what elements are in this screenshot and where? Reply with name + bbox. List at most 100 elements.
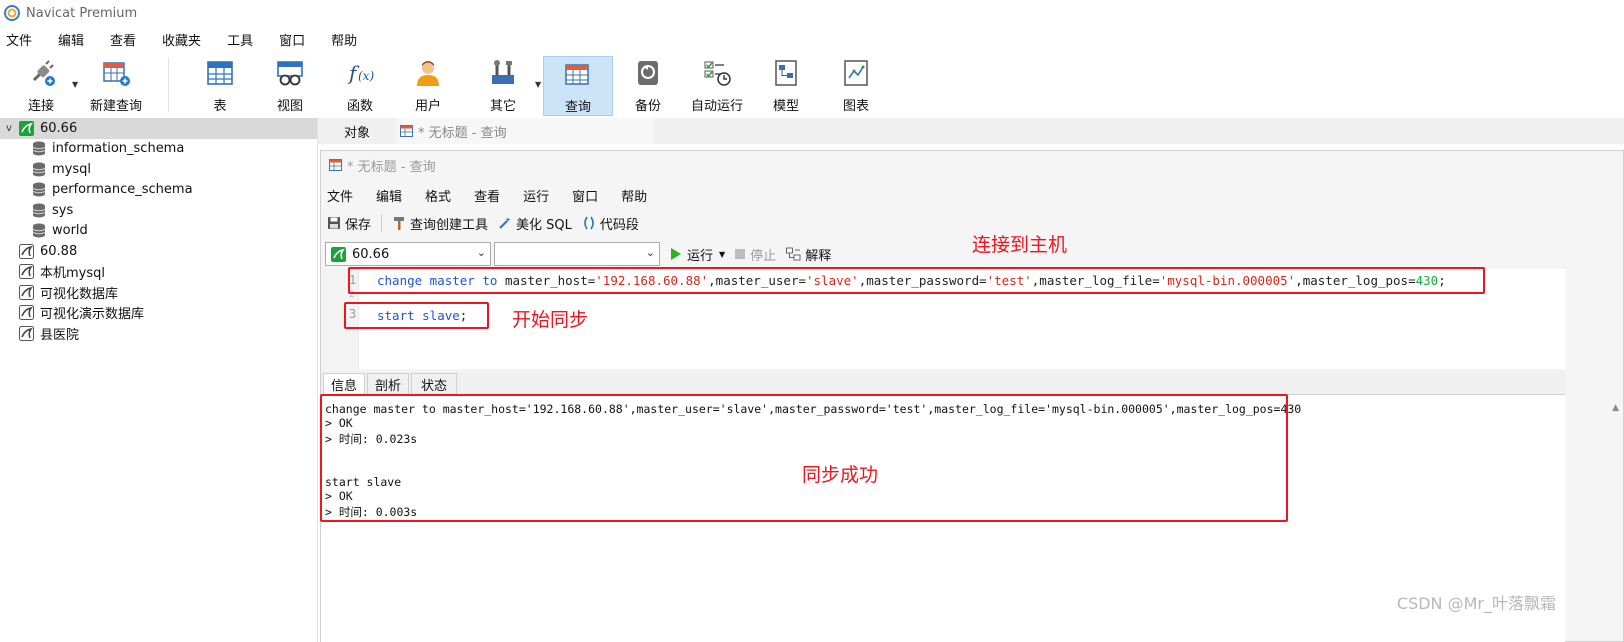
backup-button[interactable]: 备份 (626, 56, 670, 116)
tree-item-label: 县医院 (40, 327, 80, 343)
window-title: Navicat Premium (26, 5, 138, 21)
tab-info[interactable]: 信息 (323, 373, 365, 395)
save-icon (328, 217, 340, 229)
tree-item-db-sys[interactable]: sys (0, 200, 317, 221)
run-dropdown-icon[interactable]: ▼ (719, 250, 725, 259)
explain-label: 解释 (805, 248, 832, 264)
sql-keyword: start slave (377, 308, 460, 323)
sql-editor[interactable]: 1 2 3 change master to master_host='192.… (321, 269, 1565, 369)
connection-icon (19, 264, 34, 280)
qmenu-help[interactable]: 帮助 (621, 186, 647, 205)
qmenu-window[interactable]: 窗口 (572, 186, 598, 205)
chevron-down-icon: ⌄ (476, 246, 486, 259)
tab-untitled-query[interactable]: * 无标题 - 查询 (396, 118, 654, 144)
code-line-3[interactable]: start slave; (377, 308, 467, 323)
function-button[interactable]: f (x) 函数 (338, 56, 382, 116)
query-builder-button[interactable]: 查询创建工具 (392, 214, 488, 233)
expand-chevron-icon[interactable]: v (2, 123, 16, 134)
stop-button[interactable]: 停止 (735, 245, 776, 264)
model-button[interactable]: 模型 (764, 56, 808, 116)
chart-icon (844, 60, 868, 86)
chart-label: 图表 (842, 99, 869, 114)
qmenu-file[interactable]: 文件 (327, 186, 353, 205)
other-button[interactable]: 其它 (480, 56, 526, 116)
editor-gutter: 1 2 3 (321, 269, 359, 369)
line-number: 1 (349, 273, 357, 287)
table-button[interactable]: 表 (198, 56, 242, 116)
tree-item-db-information-schema[interactable]: information_schema (0, 139, 317, 160)
connection-icon (19, 284, 34, 300)
parentheses-icon (584, 216, 594, 230)
tree-item-connection-local-mysql[interactable]: 本机mysql (0, 262, 317, 283)
menu-window[interactable]: 窗口 (279, 30, 305, 49)
other-dropdown-icon[interactable]: ▼ (535, 80, 541, 89)
model-label: 模型 (772, 99, 799, 114)
scroll-up-arrow-icon[interactable]: ▲ (1612, 403, 1619, 413)
qmenu-edit[interactable]: 编辑 (376, 186, 402, 205)
user-button[interactable]: 用户 (406, 56, 450, 116)
qmenu-format[interactable]: 格式 (425, 186, 451, 205)
new-query-button[interactable]: 新建查询 (86, 56, 146, 116)
menu-file[interactable]: 文件 (6, 30, 32, 49)
explain-button[interactable]: 解释 (786, 245, 831, 264)
new-query-label: 新建查询 (89, 99, 142, 114)
function-label: 函数 (346, 99, 373, 114)
chart-button[interactable]: 图表 (834, 56, 878, 116)
tree-item-connection-visual-demo-db[interactable]: 可视化演示数据库 (0, 303, 317, 324)
database-icon (32, 203, 46, 218)
tree-item-connection-visual-db[interactable]: 可视化数据库 (0, 282, 317, 303)
run-button[interactable]: 运行 ▼ (671, 245, 725, 264)
result-line: > OK (325, 489, 353, 503)
view-button[interactable]: 视图 (268, 56, 312, 116)
navicat-logo-icon (4, 5, 20, 21)
result-line: > 时间: 0.023s (325, 432, 418, 446)
tree-item-db-performance-schema[interactable]: performance_schema (0, 180, 317, 201)
code-line-1[interactable]: change master to master_host='192.168.60… (377, 273, 1446, 288)
tree-item-connection-60-88[interactable]: 60.88 (0, 241, 317, 262)
tree-item-label: 可视化演示数据库 (40, 307, 145, 323)
tree-item-label: 60.66 (40, 120, 78, 136)
beautify-sql-button[interactable]: 美化 SQL (498, 214, 572, 233)
svg-text:(x): (x) (358, 69, 374, 83)
menu-help[interactable]: 帮助 (331, 30, 357, 49)
sql-text: ,master_log_file= (1031, 273, 1160, 288)
tree-item-db-world[interactable]: world (0, 221, 317, 242)
tree-item-db-mysql[interactable]: mysql (0, 159, 317, 180)
connect-dropdown-icon[interactable]: ▼ (72, 80, 78, 89)
new-query-icon (103, 62, 130, 86)
tab-objects[interactable]: 对象 (318, 118, 396, 144)
plug-icon (32, 60, 55, 86)
database-select[interactable]: ⌄ (494, 242, 660, 266)
query-icon (400, 125, 413, 137)
tab-profile[interactable]: 剖析 (367, 373, 409, 395)
query-button[interactable]: 查询 (543, 56, 613, 116)
annotation-connect-host: 连接到主机 (972, 234, 1068, 256)
connection-select[interactable]: 60.66 ⌄ (325, 242, 491, 266)
connect-button[interactable]: 连接 (18, 56, 64, 116)
beautify-sql-label: 美化 SQL (516, 217, 572, 233)
tree-item-connection-60-66[interactable]: v 60.66 (0, 118, 317, 139)
query-label: 查询 (564, 100, 591, 115)
auto-run-button[interactable]: 自动运行 (688, 56, 746, 116)
toolbar-separator (168, 58, 169, 112)
sql-text: ,master_log_pos= (1295, 273, 1416, 288)
menu-view[interactable]: 查看 (110, 30, 136, 49)
tab-status[interactable]: 状态 (411, 373, 457, 395)
menu-tools[interactable]: 工具 (227, 30, 253, 49)
qmenu-view[interactable]: 查看 (474, 186, 500, 205)
tree-item-label: performance_schema (52, 182, 193, 198)
tree-item-connection-county-hospital[interactable]: 县医院 (0, 323, 317, 344)
result-line: change master to master_host='192.168.60… (325, 402, 1302, 416)
qmenu-run[interactable]: 运行 (523, 186, 549, 205)
database-icon (32, 182, 46, 197)
other-label: 其它 (489, 99, 516, 114)
save-button[interactable]: 保存 (327, 214, 371, 233)
view-label: 视图 (276, 99, 303, 114)
sql-text: master_host= (497, 273, 596, 288)
table-label: 表 (213, 99, 227, 114)
tools-icon (492, 60, 514, 84)
menu-favorites[interactable]: 收藏夹 (162, 30, 201, 49)
menu-edit[interactable]: 编辑 (58, 30, 84, 49)
query-icon (329, 159, 342, 171)
code-snippet-button[interactable]: 代码段 (582, 214, 639, 233)
